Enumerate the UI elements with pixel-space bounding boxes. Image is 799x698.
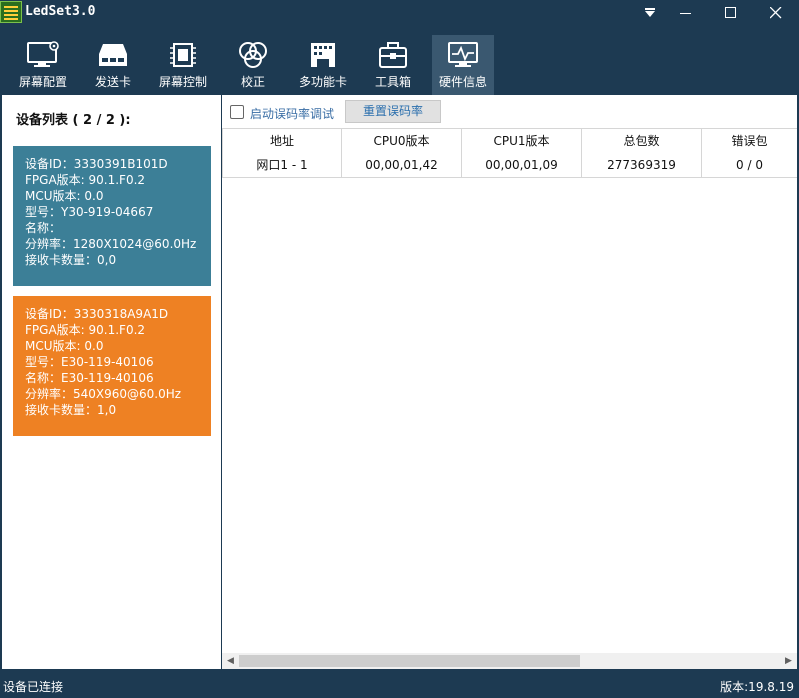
- column-header-total-packets[interactable]: 总包数: [582, 129, 702, 154]
- sender-card-icon: [95, 40, 131, 70]
- device-list-panel: 设备列表 ( 2 / 2 ): 设备ID：3330391B101D FPGA版本…: [2, 95, 221, 669]
- device-resolution: 分辨率：540X960@60.0Hz: [25, 387, 182, 401]
- scrollbar-thumb[interactable]: [239, 655, 580, 667]
- column-header-cpu0[interactable]: CPU0版本: [342, 129, 462, 154]
- device-receiver-count: 接收卡数量：1,0: [25, 403, 117, 417]
- close-button[interactable]: [756, 0, 796, 26]
- device-resolution: 分辨率：1280X1024@60.0Hz: [25, 237, 197, 251]
- toolbox-icon: [375, 40, 411, 70]
- device-card[interactable]: 设备ID：3330391B101D FPGA版本: 90.1.F0.2 MCU版…: [13, 146, 211, 286]
- cell-address: 网口1 - 1: [222, 153, 342, 178]
- tab-label: 屏幕控制: [158, 75, 207, 89]
- debug-checkbox[interactable]: [230, 105, 244, 119]
- hardware-info-panel: 启动误码率调试 重置误码率 地址 CPU0版本 CPU1版本 总包数 错误包 网…: [222, 95, 797, 669]
- tab-label: 工具箱: [374, 75, 411, 89]
- device-id: 设备ID：3330391B101D: [25, 157, 168, 171]
- tab-label: 校正: [240, 75, 265, 89]
- tab-label: 发送卡: [94, 75, 131, 89]
- tab-calibration[interactable]: 校正: [222, 35, 284, 95]
- device-mcu-version: MCU版本: 0.0: [25, 339, 104, 353]
- close-icon: [770, 7, 782, 19]
- status-bar: 设备已连接 版本:19.8.19: [0, 672, 799, 698]
- control-bar: 启动误码率调试 重置误码率: [222, 95, 797, 128]
- table-row[interactable]: 网口1 - 1 00,00,01,42 00,00,01,09 27736931…: [222, 153, 797, 178]
- connection-status: 设备已连接: [3, 680, 64, 694]
- title-bar: LedSet3.0: [0, 0, 799, 26]
- tab-sender-card[interactable]: 发送卡: [82, 35, 144, 95]
- device-mcu-version: MCU版本: 0.0: [25, 189, 104, 203]
- minimize-icon: [680, 13, 691, 14]
- monitor-gear-icon: [25, 40, 61, 70]
- tab-label: 硬件信息: [438, 75, 487, 89]
- maximize-icon: [725, 7, 736, 18]
- minimize-button[interactable]: [666, 0, 706, 26]
- tab-label: 多功能卡: [298, 75, 347, 89]
- horizontal-scrollbar[interactable]: ◀ ▶: [222, 653, 797, 669]
- device-model: 型号：E30-119-40106: [25, 355, 154, 369]
- dropdown-arrow-icon: [645, 8, 655, 17]
- tab-screen-control[interactable]: 屏幕控制: [152, 35, 214, 95]
- device-card[interactable]: 设备ID：3330318A9A1D FPGA版本: 90.1.F0.2 MCU版…: [13, 296, 211, 436]
- device-fpga-version: FPGA版本: 90.1.F0.2: [25, 323, 146, 337]
- reset-error-rate-button[interactable]: 重置误码率: [345, 100, 441, 123]
- tab-toolbox[interactable]: 工具箱: [362, 35, 424, 95]
- tab-label: 屏幕配置: [18, 75, 67, 89]
- tab-screen-config[interactable]: 屏幕配置: [12, 35, 74, 95]
- column-header-cpu1[interactable]: CPU1版本: [462, 129, 582, 154]
- cell-cpu0: 00,00,01,42: [342, 153, 462, 178]
- device-name: 名称：E30-119-40106: [25, 371, 154, 385]
- tab-multifunction-card[interactable]: 多功能卡: [292, 35, 354, 95]
- column-header-address[interactable]: 地址: [222, 129, 342, 154]
- debug-checkbox-label[interactable]: 启动误码率调试: [250, 105, 334, 122]
- scroll-left-icon[interactable]: ◀: [222, 653, 239, 669]
- cell-total-packets: 277369319: [582, 153, 702, 178]
- device-id: 设备ID：3330318A9A1D: [25, 307, 169, 321]
- cell-cpu1: 00,00,01,09: [462, 153, 582, 178]
- hardware-info-table: 地址 CPU0版本 CPU1版本 总包数 错误包 网口1 - 1 00,00,0…: [222, 128, 797, 178]
- app-title: LedSet3.0: [25, 4, 96, 19]
- cell-error-packets: 0 / 0: [702, 153, 797, 178]
- device-name: 名称：: [25, 221, 62, 235]
- device-fpga-version: FPGA版本: 90.1.F0.2: [25, 173, 146, 187]
- chip-icon: [165, 40, 201, 70]
- multifunction-card-icon: [305, 40, 341, 70]
- version-label: 版本:19.8.19: [720, 680, 794, 694]
- app-logo-icon: [0, 1, 22, 23]
- hardware-pulse-icon: [445, 40, 481, 70]
- table-header: 地址 CPU0版本 CPU1版本 总包数 错误包: [222, 128, 797, 154]
- color-circles-icon: [235, 40, 271, 70]
- device-list-title: 设备列表 ( 2 / 2 ):: [16, 113, 131, 128]
- tab-hardware-info[interactable]: 硬件信息: [432, 35, 494, 95]
- menu-dropdown-button[interactable]: [630, 0, 670, 26]
- main-toolbar: 屏幕配置 发送卡 屏幕控制 校正 多功能卡 工具箱 硬件信息: [0, 26, 799, 95]
- maximize-button[interactable]: [711, 0, 751, 26]
- device-model: 型号：Y30-919-04667: [25, 205, 154, 219]
- device-receiver-count: 接收卡数量：0,0: [25, 253, 117, 267]
- column-header-error-packets[interactable]: 错误包: [702, 129, 797, 154]
- scroll-right-icon[interactable]: ▶: [780, 653, 797, 669]
